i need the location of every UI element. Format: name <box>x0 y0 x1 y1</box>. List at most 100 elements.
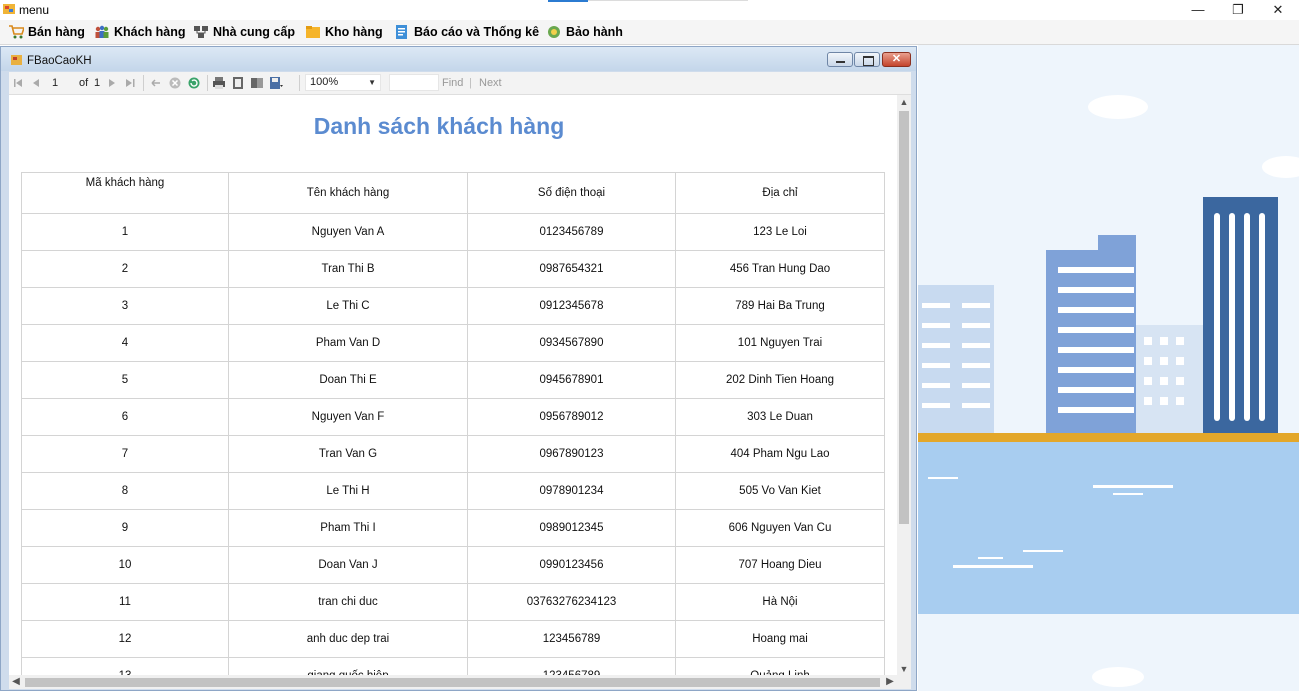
toolbar-separator <box>207 75 208 91</box>
of-label: of <box>79 77 89 89</box>
table-header-row: Mã khách hàng Tên khách hàng Số điện tho… <box>21 172 885 214</box>
export-icon[interactable] <box>269 76 283 90</box>
menu-kho-hang[interactable]: Kho hàng <box>305 23 383 41</box>
cell-address: 606 Nguyen Van Cu <box>675 509 885 547</box>
cell-phone: 0990123456 <box>467 546 676 584</box>
column-header: Địa chỉ <box>675 172 885 214</box>
cell-address: 101 Nguyen Trai <box>675 324 885 362</box>
menu-khach-hang[interactable]: Khách hàng <box>94 23 186 41</box>
cart-icon <box>9 25 24 39</box>
child-close-button[interactable]: ✕ <box>882 52 911 67</box>
cell-customer-name: anh duc dep trai <box>228 620 468 658</box>
zoom-value: 100% <box>310 76 339 88</box>
form-icon <box>11 55 22 65</box>
column-header: Số điện thoại <box>467 172 676 214</box>
current-page-field[interactable]: 1 <box>52 76 58 90</box>
cell-customer-name: Le Thi H <box>228 472 468 510</box>
cell-phone: 0987654321 <box>467 250 676 288</box>
cell-address: Hoang mai <box>675 620 885 658</box>
titlebar-line <box>588 0 748 1</box>
table-row: 3 Le Thi C 0912345678 789 Hai Ba Trung <box>21 287 885 325</box>
close-icon: ✕ <box>891 53 902 65</box>
zoom-select[interactable]: 100% ▼ <box>305 74 381 91</box>
stop-icon[interactable] <box>168 76 182 90</box>
scroll-down-icon[interactable]: ▼ <box>897 662 911 676</box>
cell-customer-id: 9 <box>21 509 229 547</box>
scroll-up-icon[interactable]: ▲ <box>897 95 911 109</box>
horizontal-scroll-thumb[interactable] <box>25 678 880 687</box>
menu-label: Nhà cung cấp <box>213 25 295 39</box>
cell-phone: 0934567890 <box>467 324 676 362</box>
next-page-icon[interactable] <box>105 76 119 90</box>
cell-customer-name: Le Thi C <box>228 287 468 325</box>
people-icon <box>95 25 109 38</box>
cell-address: 456 Tran Hung Dao <box>675 250 885 288</box>
table-row: 1 Nguyen Van A 0123456789 123 Le Loi <box>21 213 885 251</box>
restore-button[interactable]: ❐ <box>1218 0 1258 20</box>
scroll-left-icon[interactable]: ◀ <box>9 675 23 689</box>
window-title: menu <box>19 3 50 17</box>
table-row: 4 Pham Van D 0934567890 101 Nguyen Trai <box>21 324 885 362</box>
cell-customer-name: Pham Van D <box>228 324 468 362</box>
next-link[interactable]: Next <box>479 76 502 90</box>
back-icon[interactable] <box>149 76 163 90</box>
menu-label: Báo cáo và Thống kê <box>414 25 540 39</box>
menu-ban-hang[interactable]: Bán hàng <box>8 23 85 41</box>
horizontal-scrollbar[interactable]: ◀ ▶ <box>9 675 911 689</box>
menu-label: Bảo hành <box>566 25 623 39</box>
cell-customer-name: tran chi duc <box>228 583 468 621</box>
menu-nha-cung-cap[interactable]: Nhà cung cấp <box>193 23 295 41</box>
cell-address: 707 Hoang Dieu <box>675 546 885 584</box>
table-body: 1 Nguyen Van A 0123456789 123 Le Loi 2 Tran T… <box>21 213 885 678</box>
page-setup-icon[interactable] <box>250 76 264 90</box>
app-icon <box>3 4 15 14</box>
cell-phone: 0945678901 <box>467 361 676 399</box>
cell-customer-id: 12 <box>21 620 229 658</box>
cell-phone: 0956789012 <box>467 398 676 436</box>
toolbar-separator <box>299 75 300 91</box>
cell-address: 303 Le Duan <box>675 398 885 436</box>
cell-customer-name: Nguyen Van A <box>228 213 468 251</box>
cell-customer-id: 10 <box>21 546 229 584</box>
cell-phone: 0912345678 <box>467 287 676 325</box>
vertical-scroll-thumb[interactable] <box>899 111 909 524</box>
cell-phone: 03763276234123 <box>467 583 676 621</box>
window-titlebar: menu — ❐ ✕ <box>0 0 1299 20</box>
print-icon[interactable] <box>212 76 226 90</box>
cell-customer-id: 1 <box>21 213 229 251</box>
cell-customer-name: Tran Van G <box>228 435 468 473</box>
last-page-icon[interactable] <box>123 76 137 90</box>
cell-customer-name: Pham Thi I <box>228 509 468 547</box>
warranty-icon <box>548 26 560 38</box>
report-toolbar: 1 of 1 100% ▼ Find | Next <box>9 72 911 95</box>
report-title: Danh sách khách hàng <box>313 113 565 139</box>
minimize-button[interactable]: — <box>1178 0 1218 20</box>
print-layout-icon[interactable] <box>231 76 245 90</box>
table-row: 5 Doan Thi E 0945678901 202 Dinh Tien Hoang <box>21 361 885 399</box>
find-input[interactable] <box>389 74 439 91</box>
cell-customer-id: 2 <box>21 250 229 288</box>
menu-label: Khách hàng <box>114 25 186 39</box>
cell-phone: 0978901234 <box>467 472 676 510</box>
previous-page-icon[interactable] <box>29 76 43 90</box>
menu-label: Kho hàng <box>325 25 383 39</box>
main-menu: Bán hàng Khách hàng Nhà cung cấp Kho hàn… <box>0 20 1299 45</box>
child-maximize-button[interactable] <box>854 52 880 67</box>
column-header: Mã khách hàng <box>21 172 229 214</box>
vertical-scrollbar[interactable]: ▲ ▼ <box>897 95 911 678</box>
menu-bao-cao[interactable]: Báo cáo và Thống kê <box>394 23 539 41</box>
cell-address: 404 Pham Ngu Lao <box>675 435 885 473</box>
cell-customer-id: 11 <box>21 583 229 621</box>
cell-customer-id: 3 <box>21 287 229 325</box>
cell-phone: 0989012345 <box>467 509 676 547</box>
menu-bao-hanh[interactable]: Bảo hành <box>546 23 623 41</box>
child-minimize-button[interactable] <box>827 52 853 67</box>
cell-customer-id: 4 <box>21 324 229 362</box>
cell-customer-id: 8 <box>21 472 229 510</box>
first-page-icon[interactable] <box>11 76 25 90</box>
close-button[interactable]: ✕ <box>1258 0 1298 20</box>
table-row: 8 Le Thi H 0978901234 505 Vo Van Kiet <box>21 472 885 510</box>
scroll-right-icon[interactable]: ▶ <box>883 675 897 689</box>
find-link[interactable]: Find <box>442 76 463 90</box>
refresh-icon[interactable] <box>187 76 201 90</box>
